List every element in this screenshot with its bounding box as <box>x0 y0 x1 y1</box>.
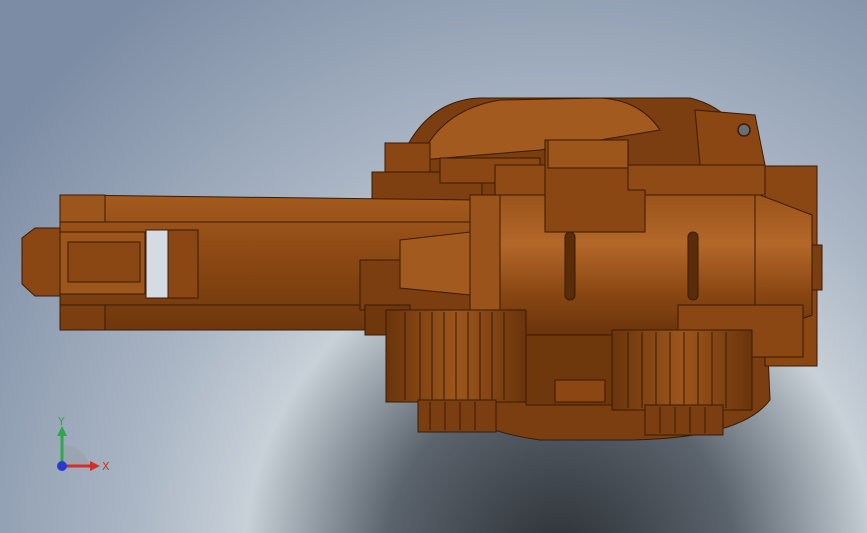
tower-cap <box>547 139 629 169</box>
arm-bottom-strip <box>59 304 106 331</box>
slot-inner <box>167 229 199 299</box>
arm-top-strip <box>59 194 106 223</box>
x-axis-arrow <box>90 461 100 471</box>
model-scene[interactable] <box>0 0 867 533</box>
3d-viewport[interactable]: Y X <box>0 0 867 533</box>
middle-gearbox-detail <box>554 379 606 403</box>
z-axis-dot <box>57 461 67 471</box>
upper-block-1 <box>384 142 431 174</box>
cylinder-slot <box>564 231 576 301</box>
cylinder-slot <box>687 231 699 301</box>
x-axis-label: X <box>102 460 110 473</box>
rear-mount <box>694 109 766 166</box>
coordinate-triad: Y X <box>57 415 110 473</box>
mount-hole <box>737 123 751 137</box>
clevis-roller <box>67 241 141 283</box>
clevis-end <box>21 227 61 297</box>
y-axis-label: Y <box>57 415 65 428</box>
bevel-gear <box>399 231 471 296</box>
triad-plane <box>62 445 90 465</box>
